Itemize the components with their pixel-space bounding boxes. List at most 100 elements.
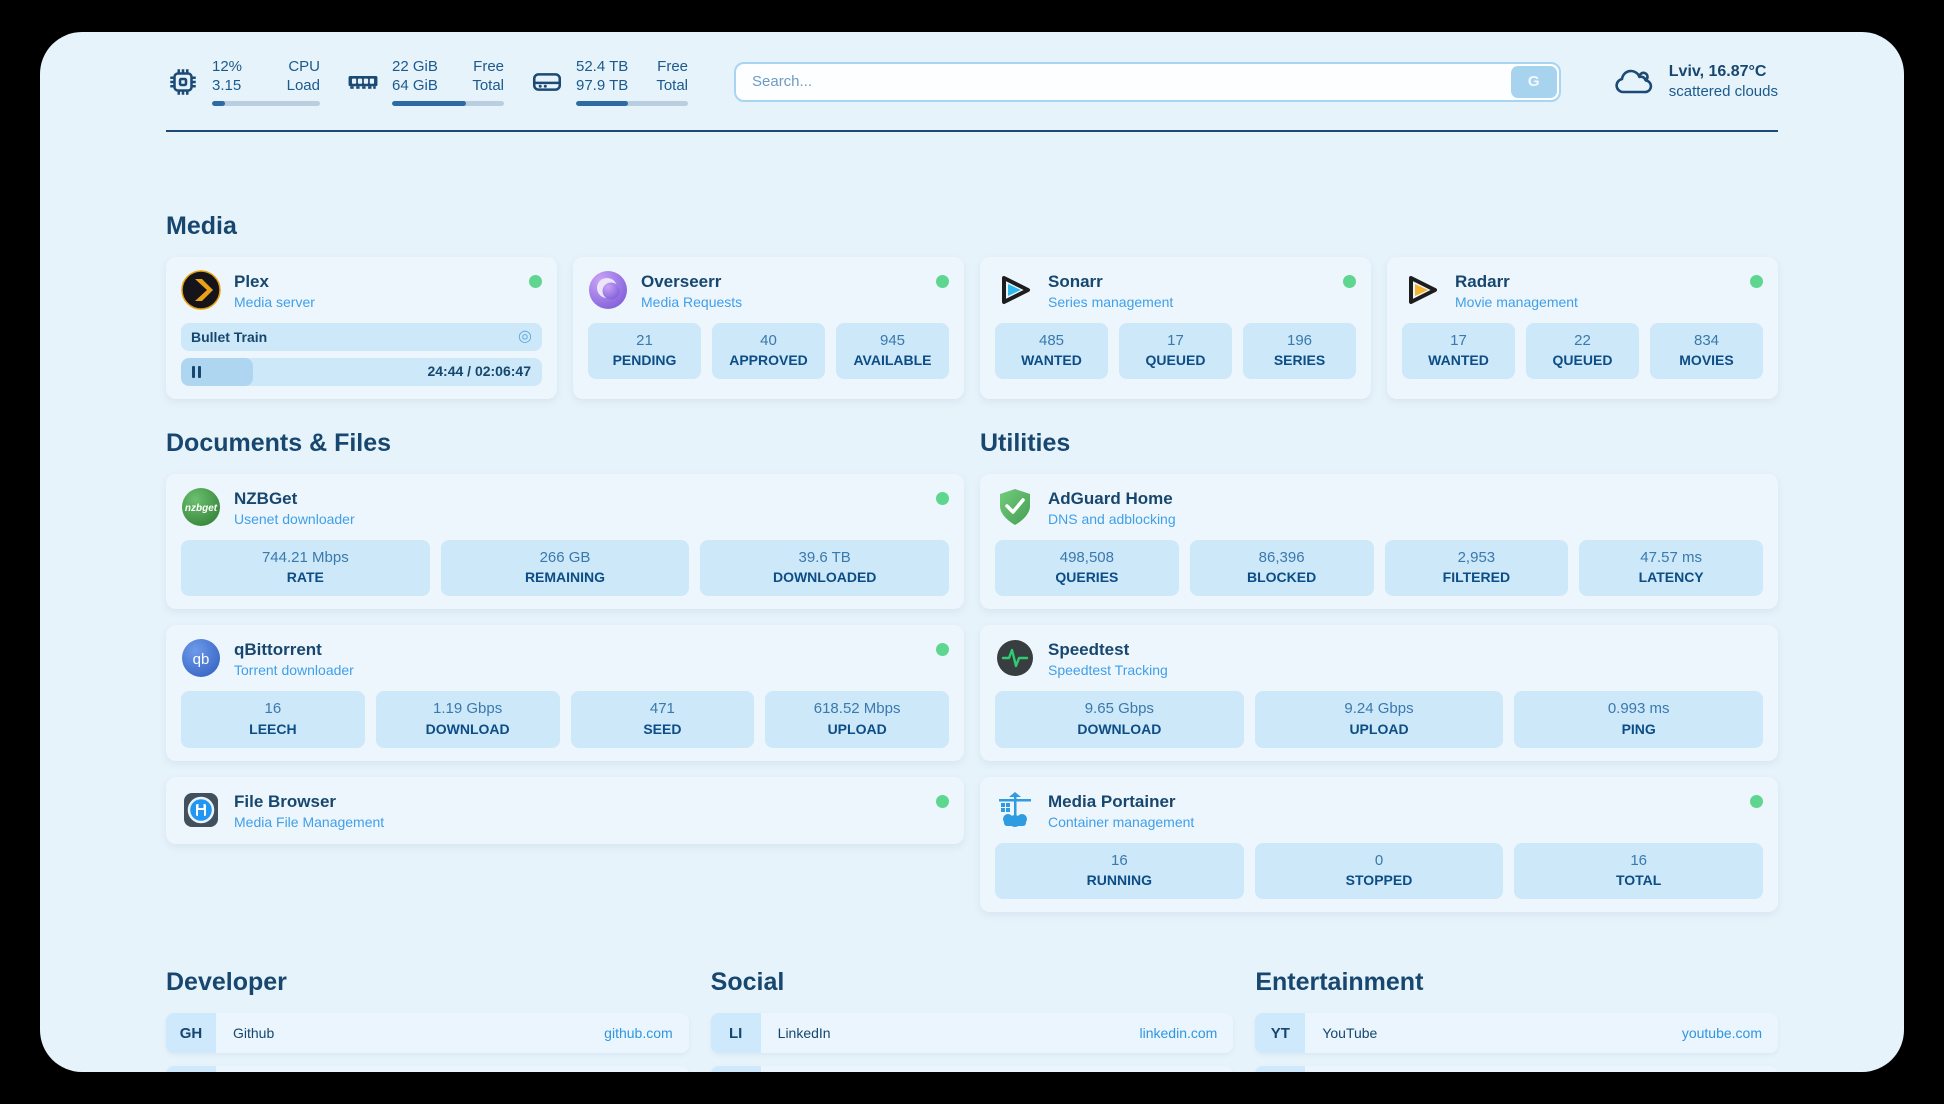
status-dot — [529, 275, 542, 288]
now-playing-title: Bullet Train — [191, 329, 267, 345]
bookmark-abbr: NF — [1255, 1066, 1305, 1072]
stat-label: WANTED — [999, 351, 1104, 370]
portainer-card[interactable]: Media Portainer Container management 16 … — [980, 777, 1778, 912]
stat-value: 0.993 ms — [1518, 699, 1759, 719]
bookmark-url[interactable]: netflix.com — [1695, 1066, 1778, 1072]
bookmark-twitter[interactable]: TW Twitter twitter.com — [711, 1066, 1234, 1072]
stat-label: QUERIES — [999, 568, 1175, 587]
plex-card[interactable]: Plex Media server Bullet Train ◎ 24:44 /… — [166, 257, 557, 399]
bookmark-url[interactable]: youtube.com — [1682, 1013, 1778, 1053]
stat-value: 2,953 — [1389, 548, 1565, 568]
stat-value: 471 — [575, 699, 751, 719]
app-subtitle: Speedtest Tracking — [1048, 661, 1168, 679]
app-subtitle: Container management — [1048, 813, 1194, 831]
stat-label: MOVIES — [1654, 351, 1759, 370]
bookmark-name: Netflix — [1305, 1066, 1361, 1072]
stat-tile: 834 MOVIES — [1650, 323, 1763, 379]
bookmark-url[interactable]: twitter.com — [1150, 1066, 1233, 1072]
stat-tile: 21 PENDING — [588, 323, 701, 379]
qbittorrent-icon-text: qb — [193, 651, 210, 668]
stat-label: RUNNING — [999, 871, 1240, 890]
disk-icon — [530, 65, 564, 99]
section-title-documents: Documents & Files — [166, 429, 964, 458]
app-subtitle: Usenet downloader — [234, 510, 355, 528]
bookmark-github[interactable]: GH Github github.com — [166, 1013, 689, 1053]
bookmark-name: StackOverflow — [216, 1066, 323, 1072]
bookmark-url[interactable]: linkedin.com — [1140, 1013, 1234, 1053]
bookmark-abbr: TW — [711, 1066, 761, 1072]
sonarr-card[interactable]: Sonarr Series management 485 WANTED 17 Q… — [980, 257, 1371, 399]
stat-tile: 40 APPROVED — [712, 323, 825, 379]
stat-tile: 196 SERIES — [1243, 323, 1356, 379]
cloud-icon — [1613, 63, 1657, 101]
bookmark-url[interactable]: github.com — [604, 1013, 688, 1053]
stat-label: UPLOAD — [1259, 720, 1500, 739]
stat-value: 17 — [1123, 331, 1228, 351]
app-subtitle: Torrent downloader — [234, 661, 354, 679]
weather-widget[interactable]: Lviv, 16.87°C scattered clouds — [1613, 62, 1778, 102]
weather-location: Lviv, 16.87°C — [1669, 62, 1778, 83]
app-title: Overseerr — [641, 271, 742, 293]
app-subtitle: DNS and adblocking — [1048, 510, 1176, 528]
app-title: Plex — [234, 271, 315, 293]
disk-stat: 52.4 TB 97.9 TB Free Total — [530, 58, 688, 106]
nzbget-card[interactable]: nzbget NZBGet Usenet downloader 74 — [166, 474, 964, 609]
status-dot — [1750, 795, 1763, 808]
section-title-developer: Developer — [166, 968, 689, 997]
adguard-icon — [995, 487, 1035, 527]
speedtest-card[interactable]: Speedtest Speedtest Tracking 9.65 Gbps D… — [980, 625, 1778, 760]
status-dot — [936, 795, 949, 808]
radarr-card[interactable]: Radarr Movie management 17 WANTED 22 QUE… — [1387, 257, 1778, 399]
bookmark-youtube[interactable]: YT YouTube youtube.com — [1255, 1013, 1778, 1053]
stat-label: PING — [1518, 720, 1759, 739]
adguard-card[interactable]: AdGuard Home DNS and adblocking 498,508 … — [980, 474, 1778, 609]
stat-value: 618.52 Mbps — [769, 699, 945, 719]
app-subtitle: Movie management — [1455, 293, 1578, 311]
search-bar: G — [734, 62, 1561, 102]
cast-icon[interactable]: ◎ — [518, 329, 532, 345]
stat-value: 16 — [185, 699, 361, 719]
stat-tile: 16 LEECH — [181, 691, 365, 747]
app-subtitle: Media File Management — [234, 813, 384, 831]
app-subtitle: Series management — [1048, 293, 1173, 311]
bookmark-url[interactable]: stackoverflow.com — [558, 1066, 688, 1072]
stat-label: PENDING — [592, 351, 697, 370]
bookmark-abbr: YT — [1255, 1013, 1305, 1053]
cpu-stat: 12% 3.15 CPU Load — [166, 58, 320, 106]
stat-tile: 47.57 ms LATENCY — [1579, 540, 1763, 596]
stat-tile: 39.6 TB DOWNLOADED — [700, 540, 949, 596]
stat-value: 945 — [840, 331, 945, 351]
bookmark-stackoverflow[interactable]: SO StackOverflow stackoverflow.com — [166, 1066, 689, 1072]
bookmark-name: LinkedIn — [761, 1013, 831, 1053]
playback-progressbar[interactable]: 24:44 / 02:06:47 — [181, 358, 542, 386]
stat-tile: 0 STOPPED — [1255, 843, 1504, 899]
section-title-utilities: Utilities — [980, 429, 1778, 458]
search-input[interactable] — [738, 73, 1511, 90]
stat-value: 498,508 — [999, 548, 1175, 568]
stat-label: REMAINING — [445, 568, 686, 587]
stat-label: STOPPED — [1259, 871, 1500, 890]
status-dot — [936, 643, 949, 656]
stat-tile: 17 QUEUED — [1119, 323, 1232, 379]
stat-value: 22 — [1530, 331, 1635, 351]
ram-icon — [346, 65, 380, 99]
speedtest-icon — [995, 638, 1035, 678]
pause-icon[interactable] — [192, 366, 201, 378]
search-engine-button[interactable]: G — [1511, 66, 1557, 98]
bookmark-name: Github — [216, 1013, 274, 1053]
filebrowser-card[interactable]: File Browser Media File Management — [166, 777, 964, 844]
qbittorrent-card[interactable]: qb qBittorrent Torrent downloader — [166, 625, 964, 760]
stat-tile: 16 TOTAL — [1514, 843, 1763, 899]
app-title: File Browser — [234, 791, 384, 813]
bookmark-netflix[interactable]: NF Netflix netflix.com — [1255, 1066, 1778, 1072]
stat-tile: 9.65 Gbps DOWNLOAD — [995, 691, 1244, 747]
app-title: AdGuard Home — [1048, 488, 1176, 510]
overseerr-card[interactable]: Overseerr Media Requests 21 PENDING 40 A… — [573, 257, 964, 399]
stat-tile: 0.993 ms PING — [1514, 691, 1763, 747]
stat-tile: 945 AVAILABLE — [836, 323, 949, 379]
stat-value: 196 — [1247, 331, 1352, 351]
stat-label: DOWNLOAD — [380, 720, 556, 739]
stat-value: 16 — [999, 851, 1240, 871]
bookmark-linkedin[interactable]: LI LinkedIn linkedin.com — [711, 1013, 1234, 1053]
cpu-values: 12% 3.15 — [212, 58, 242, 96]
